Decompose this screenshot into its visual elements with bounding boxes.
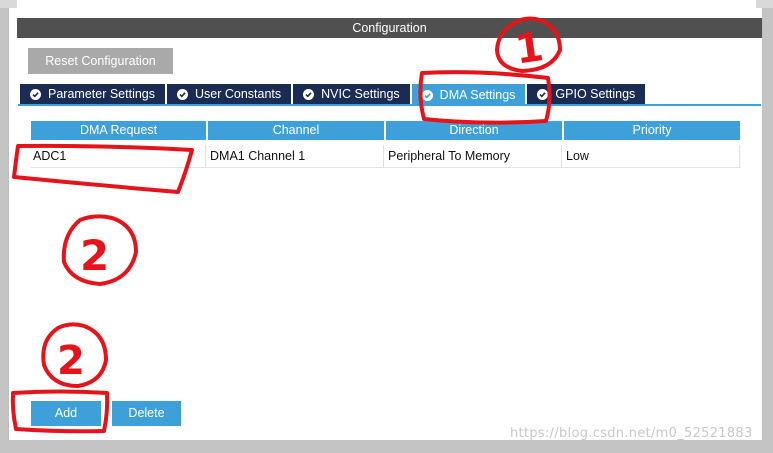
- tab-label: GPIO Settings: [555, 87, 636, 101]
- table-row[interactable]: ADC1 DMA1 Channel 1 Peripheral To Memory…: [31, 145, 741, 168]
- cell-dma-request[interactable]: ADC1: [31, 145, 206, 167]
- column-header-priority[interactable]: Priority: [564, 121, 740, 140]
- table-header: DMA Request Channel Direction Priority: [31, 121, 741, 140]
- top-bar: [0, 0, 773, 8]
- settings-tabs: Parameter Settings User Constants NVIC S…: [20, 84, 646, 106]
- reset-configuration-button[interactable]: Reset Configuration: [28, 48, 173, 74]
- tab-gpio-settings[interactable]: GPIO Settings: [527, 84, 646, 104]
- column-header-dma-request[interactable]: DMA Request: [31, 121, 206, 140]
- check-circle-icon: [303, 88, 315, 100]
- watermark: https://blog.csdn.net/m0_52521883: [510, 426, 753, 441]
- check-circle-icon: [30, 88, 41, 100]
- top-bar-inner: [17, 0, 756, 8]
- configuration-header: Configuration: [17, 18, 762, 38]
- cell-direction[interactable]: Peripheral To Memory: [386, 145, 562, 167]
- check-circle-icon: [177, 88, 188, 100]
- tab-dma-settings[interactable]: DMA Settings: [411, 84, 526, 106]
- delete-button[interactable]: Delete: [112, 401, 181, 426]
- cell-channel[interactable]: DMA1 Channel 1: [208, 145, 384, 167]
- tab-user-constants[interactable]: User Constants: [167, 84, 292, 104]
- tab-label: User Constants: [195, 87, 282, 101]
- column-header-channel[interactable]: Channel: [208, 121, 384, 140]
- column-header-direction[interactable]: Direction: [386, 121, 562, 140]
- tab-label: Parameter Settings: [48, 87, 155, 101]
- tab-underline: [18, 104, 761, 106]
- cell-priority[interactable]: Low: [564, 145, 740, 167]
- add-button[interactable]: Add: [31, 401, 101, 426]
- check-circle-icon: [421, 89, 433, 101]
- dma-request-table: DMA Request Channel Direction Priority A…: [31, 121, 741, 168]
- tab-parameter-settings[interactable]: Parameter Settings: [20, 84, 165, 104]
- tab-label: NVIC Settings: [321, 87, 400, 101]
- check-circle-icon: [537, 88, 549, 100]
- configuration-panel: Configuration Reset Configuration Parame…: [8, 8, 763, 440]
- tab-nvic-settings[interactable]: NVIC Settings: [293, 84, 410, 104]
- tab-label: DMA Settings: [439, 88, 516, 102]
